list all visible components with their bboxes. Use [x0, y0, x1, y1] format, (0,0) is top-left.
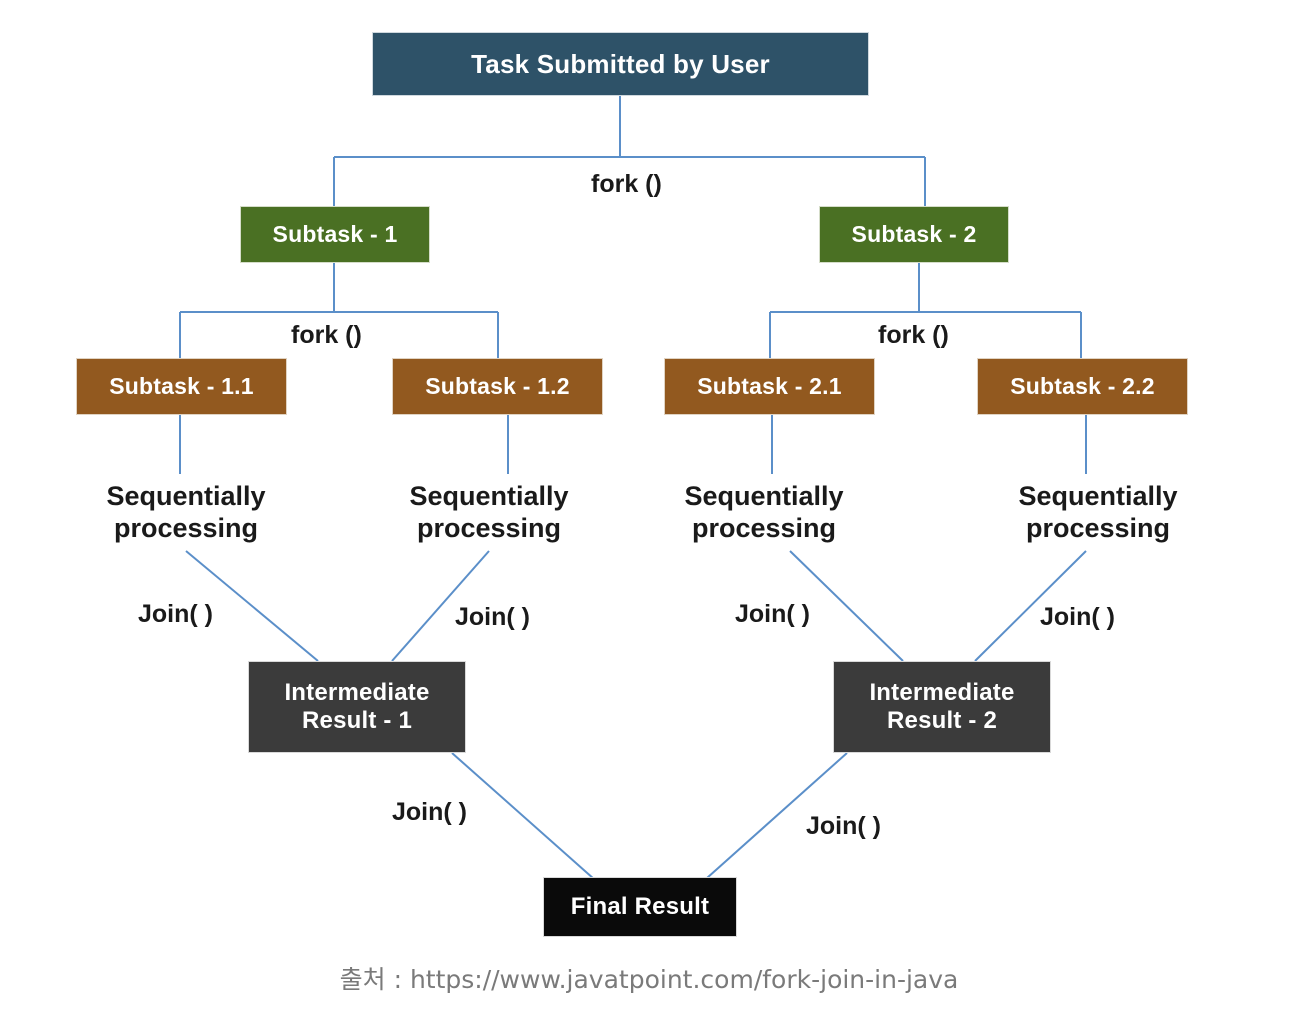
node-subtask-1-label: Subtask - 1	[272, 220, 398, 247]
node-subtask-1[interactable]: Subtask - 1	[240, 206, 430, 263]
edge-label-fork-left: fork ()	[291, 321, 362, 349]
node-subtask-1-2-label: Subtask - 1.2	[425, 372, 570, 399]
edge-label-join-final-left: Join( )	[392, 798, 467, 826]
node-intermediate-result-1[interactable]: Intermediate Result - 1	[248, 661, 466, 753]
node-subtask-1-2[interactable]: Subtask - 1.2	[392, 358, 603, 415]
edge-label-join-1-1: Join( )	[138, 600, 213, 628]
node-subtask-2-2[interactable]: Subtask - 2.2	[977, 358, 1188, 415]
edge-label-join-1-2: Join( )	[455, 603, 530, 631]
node-subtask-2[interactable]: Subtask - 2	[819, 206, 1009, 263]
node-intermediate-result-2-label: Intermediate Result - 2	[869, 678, 1015, 734]
node-subtask-2-1-label: Subtask - 2.1	[697, 372, 842, 399]
diagram-canvas: Task Submitted by User Subtask - 1 Subta…	[0, 0, 1298, 1010]
edge-label-fork-right: fork ()	[878, 321, 949, 349]
node-root-task[interactable]: Task Submitted by User	[372, 32, 869, 96]
node-subtask-1-1[interactable]: Subtask - 1.1	[76, 358, 287, 415]
note-sequential-processing-1-2: Sequentially processing	[409, 481, 569, 543]
node-subtask-1-1-label: Subtask - 1.1	[109, 372, 254, 399]
source-caption: 출처 : https://www.javatpoint.com/fork-joi…	[339, 965, 959, 994]
node-subtask-2-1[interactable]: Subtask - 2.1	[664, 358, 875, 415]
note-sequential-processing-1-1: Sequentially processing	[106, 481, 266, 543]
edge-label-fork-top: fork ()	[591, 170, 662, 198]
edge-label-join-final-right: Join( )	[806, 812, 881, 840]
note-sequential-processing-2-2: Sequentially processing	[1018, 481, 1178, 543]
node-intermediate-result-2[interactable]: Intermediate Result - 2	[833, 661, 1051, 753]
edge-label-join-2-1: Join( )	[735, 600, 810, 628]
node-final-result[interactable]: Final Result	[543, 877, 737, 937]
note-sequential-processing-2-1: Sequentially processing	[684, 481, 844, 543]
node-root-task-label: Task Submitted by User	[471, 48, 770, 79]
node-intermediate-result-1-label: Intermediate Result - 1	[284, 678, 430, 734]
node-subtask-2-2-label: Subtask - 2.2	[1010, 372, 1155, 399]
node-final-result-label: Final Result	[570, 892, 710, 920]
node-subtask-2-label: Subtask - 2	[851, 220, 977, 247]
edge-label-join-2-2: Join( )	[1040, 603, 1115, 631]
